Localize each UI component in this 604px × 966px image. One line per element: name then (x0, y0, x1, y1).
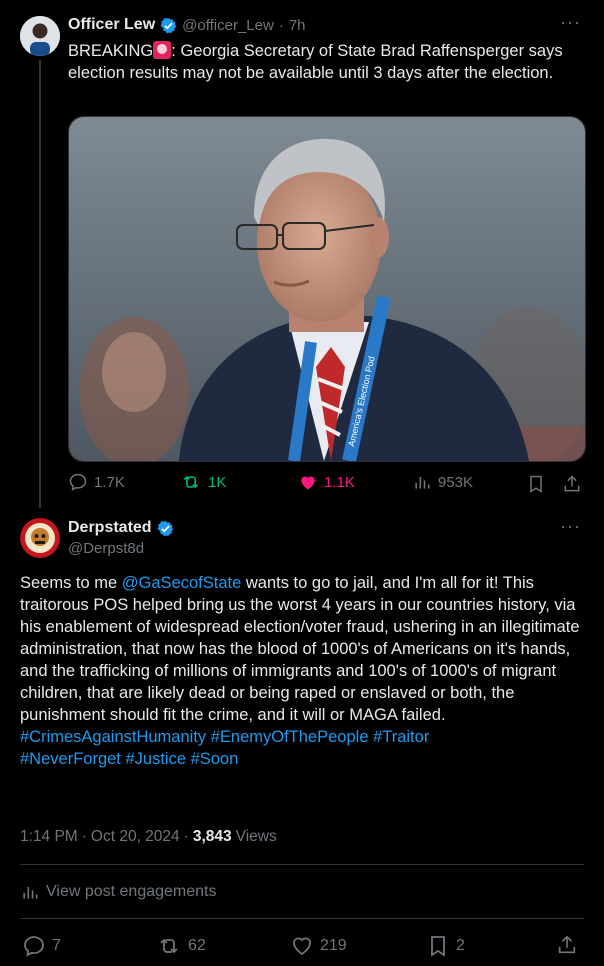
heart-icon (293, 937, 311, 956)
post-text-part: wants to go to jail, and I'm all for it!… (20, 574, 580, 724)
dot-separator: · (183, 828, 189, 845)
skull-logo-icon (20, 518, 60, 558)
views-chart-icon (415, 477, 430, 489)
reply-count: 7 (52, 937, 61, 954)
rotating-light-icon (153, 41, 172, 59)
like-count: 1.1K (324, 473, 355, 491)
analytics-icon (23, 887, 38, 899)
raffensperger-photo: America's Election Pod (69, 117, 585, 461)
reply-button[interactable]: 1.7K (68, 472, 125, 492)
post-time[interactable]: 1:14 PM (20, 828, 78, 846)
bookmark-icon (530, 475, 542, 493)
reply-icon (24, 936, 44, 957)
repost-count: 1K (208, 473, 227, 491)
verified-badge-icon (157, 520, 174, 537)
hashtags-line[interactable]: #NeverForget #Justice #Soon (20, 748, 580, 770)
post-meta: 1:14 PM · Oct 20, 2024 · 3,843 Views (20, 828, 277, 846)
share-icon (564, 475, 580, 492)
views-count: 3,843 (192, 828, 232, 845)
post-time[interactable]: 7h (289, 17, 306, 34)
first-post-header: Officer Lew @officer_Lew · 7h (68, 16, 306, 34)
author-handle[interactable]: @Derpst8d (68, 540, 144, 557)
post-photo[interactable]: America's Election Pod (68, 116, 586, 462)
repost-icon (160, 938, 178, 954)
author-name[interactable]: Officer Lew (68, 16, 155, 34)
share-icon (558, 935, 576, 954)
repost-button[interactable]: 62 (156, 934, 206, 958)
reply-button[interactable]: 7 (22, 934, 61, 958)
post-date[interactable]: Oct 20, 2024 (91, 828, 180, 846)
share-button[interactable] (562, 474, 582, 499)
dot-separator: · (278, 16, 284, 34)
author-handle[interactable]: @officer_Lew (182, 17, 274, 34)
hashtags-line[interactable]: #CrimesAgainstHumanity #EnemyOfThePeople… (20, 726, 580, 748)
like-button[interactable]: 219 (290, 934, 347, 958)
verified-badge-icon (160, 17, 177, 34)
more-options-icon[interactable]: ··· (560, 516, 581, 537)
views-count: 953K (438, 473, 474, 491)
mention-link[interactable]: @GaSecofState (122, 574, 241, 592)
like-button[interactable]: 1.1K (298, 472, 355, 492)
author-name[interactable]: Derpstated (68, 519, 152, 537)
bookmark-button[interactable]: 2 (426, 934, 465, 958)
bookmark-icon (431, 936, 445, 957)
person-avatar-icon (20, 16, 60, 56)
reply-count: 1.7K (94, 473, 125, 491)
dot-separator: · (81, 828, 87, 845)
views-button[interactable]: 953K (412, 472, 473, 492)
divider (20, 918, 584, 919)
divider (20, 864, 584, 865)
view-engagements-link[interactable]: View post engagements (20, 882, 216, 902)
main-post-text: Seems to me @GaSecofState wants to go to… (20, 572, 580, 770)
share-button[interactable] (556, 934, 578, 961)
first-post-text: BREAKING: Georgia Secretary of State Bra… (68, 40, 588, 84)
derpstated-avatar[interactable] (20, 518, 60, 558)
heart-filled-icon (301, 476, 315, 490)
engagements-label: View post engagements (46, 883, 217, 900)
more-options-icon[interactable]: ··· (560, 12, 581, 33)
main-post-header: Derpstated (68, 519, 174, 537)
post-text-part: Seems to me (20, 574, 122, 592)
repost-button[interactable]: 1K (180, 472, 226, 492)
repost-icon (183, 475, 199, 489)
reply-icon (69, 473, 87, 491)
bookmark-button[interactable] (526, 474, 546, 499)
views-label: Views (235, 828, 277, 845)
breaking-label: BREAKING (68, 42, 154, 60)
repost-count: 62 (188, 937, 206, 954)
bookmark-count: 2 (456, 937, 465, 954)
thread-line (39, 60, 41, 508)
officer-lew-avatar[interactable] (20, 16, 60, 56)
like-count: 219 (320, 937, 347, 954)
